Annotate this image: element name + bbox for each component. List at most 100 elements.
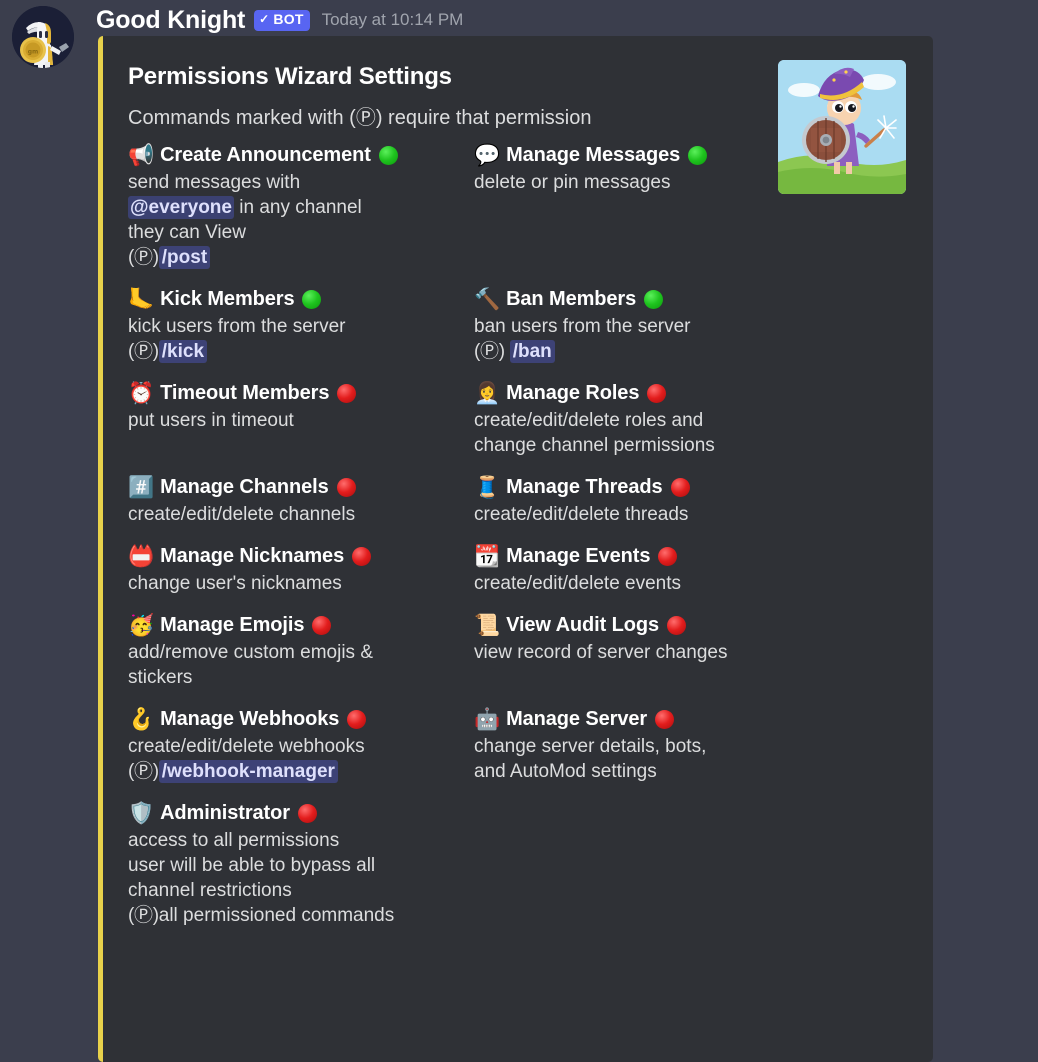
alarm-clock-icon: ⏰ [128, 381, 155, 405]
permission-field-kick-members: 🦶 Kick Members kick users from the server(… [128, 286, 474, 380]
permission-field-manage-nicknames: 📛 Manage Nicknames change user's nicknames [128, 543, 474, 612]
field-name-label: Manage Roles [506, 382, 640, 404]
status-indicator-red [336, 477, 356, 497]
permission-field-manage-emojis: 🥳 Manage Emojis add/remove custom emojis &… [128, 612, 474, 706]
slash-command-chip[interactable]: /kick [158, 340, 208, 363]
status-indicator-green [302, 289, 322, 309]
field-value: send messages with @everyone in any chann… [128, 170, 448, 270]
good-knight-avatar[interactable]: gm [12, 6, 74, 68]
field-value-line: put users in timeout [128, 410, 294, 431]
field-value: change user's nicknames [128, 571, 448, 596]
field-name: 🛡️ Administrator [128, 800, 474, 826]
status-indicator-red [670, 477, 690, 497]
field-value-line: send messages with [128, 172, 301, 193]
permission-field-row: 🦶 Kick Members kick users from the server(… [128, 286, 776, 380]
permission-field-row: 📛 Manage Nicknames change user's nicknames… [128, 543, 776, 612]
status-indicator-green [378, 145, 398, 165]
field-name-label: Kick Members [160, 288, 295, 310]
field-name: 🤖 Manage Server [474, 706, 820, 732]
field-value-line: (Ⓟ) /ban [474, 339, 794, 364]
permission-field-row: 🪝 Manage Webhooks create/edit/delete webho… [128, 706, 776, 800]
field-value-line: create/edit/delete roles and [474, 410, 704, 431]
field-value-line: view record of server changes [474, 642, 728, 663]
message-timestamp: Today at 10:14 PM [321, 10, 464, 29]
field-name: 🧵 Manage Threads [474, 474, 820, 500]
permission-field-manage-roles: 👩‍💼 Manage Roles create/edit/delete roles … [474, 380, 820, 474]
office-worker-icon: 👩‍💼 [474, 381, 501, 405]
permission-field-timeout-members: ⏰ Timeout Members put users in timeout [128, 380, 474, 474]
field-name-label: Manage Messages [506, 144, 681, 166]
shield-icon: 🛡️ [128, 801, 155, 825]
field-value: ban users from the server (Ⓟ) /ban [474, 314, 794, 364]
permission-field-manage-messages: 💬 Manage Messages delete or pin messages [474, 142, 820, 286]
verified-check-icon: ✓ [259, 12, 270, 26]
field-name: ⏰ Timeout Members [128, 380, 474, 406]
field-name-label: Timeout Members [160, 382, 330, 404]
field-value: delete or pin messages [474, 170, 794, 195]
field-value-line: and AutoMod settings [474, 761, 657, 782]
field-value-line: create/edit/delete channels [128, 504, 356, 525]
field-value-line: (Ⓟ)/kick [128, 339, 448, 364]
permission-field-row: #️⃣ Manage Channels create/edit/delete cha… [128, 474, 776, 543]
field-name: 🥳 Manage Emojis [128, 612, 474, 638]
permission-marker: (Ⓟ) [128, 905, 159, 926]
field-name: 📆 Manage Events [474, 543, 820, 569]
status-indicator-green [688, 145, 708, 165]
slash-command-chip[interactable]: /ban [509, 340, 555, 363]
bot-badge-label: BOT [273, 11, 304, 27]
permission-field-row: ⏰ Timeout Members put users in timeout 👩‍💼 M… [128, 380, 776, 474]
field-name-label: Manage Nicknames [160, 545, 345, 567]
permission-field-manage-threads: 🧵 Manage Threads create/edit/delete thread… [474, 474, 820, 543]
field-value-line: (Ⓟ)/webhook-manager [128, 759, 448, 784]
discord-message: gm Good Knight ✓ BOT Today at 10:14 PM P… [0, 0, 1038, 1062]
status-indicator-red [667, 615, 687, 635]
permission-field-administrator: 🛡️ Administrator access to all permissions… [128, 800, 474, 944]
field-name-label: Manage Emojis [160, 614, 305, 636]
field-name-label: Manage Channels [160, 476, 329, 498]
field-value-line: change user's nicknames [128, 573, 342, 594]
slash-command-chip[interactable]: /webhook-manager [158, 760, 338, 783]
field-name: 📛 Manage Nicknames [128, 543, 474, 569]
partying-face-icon: 🥳 [128, 613, 155, 637]
field-value-line: (Ⓟ)/post [128, 245, 448, 270]
field-value: create/edit/delete roles and change chann… [474, 408, 794, 458]
field-name-label: Manage Events [506, 545, 651, 567]
permission-field-row: 🥳 Manage Emojis add/remove custom emojis &… [128, 612, 776, 706]
calendar-icon: 📆 [474, 544, 501, 568]
field-text: all permissioned commands [158, 905, 395, 926]
permission-field-manage-webhooks: 🪝 Manage Webhooks create/edit/delete webho… [128, 706, 474, 800]
field-text: in any channel [233, 197, 362, 218]
name-badge-icon: 📛 [128, 544, 155, 568]
field-value-line: ban users from the server [474, 316, 691, 337]
slash-command-chip[interactable]: /post [158, 246, 211, 269]
permission-field-row: 📢 Create Announcement send messages with @e… [128, 142, 776, 286]
status-indicator-red [352, 546, 372, 566]
field-value-line: add/remove custom emojis & [128, 642, 373, 663]
field-value-line: access to all permissions [128, 830, 340, 851]
field-value: change server details, bots, and AutoMod … [474, 734, 794, 784]
field-value: create/edit/delete threads [474, 502, 794, 527]
field-name-label: Manage Threads [506, 476, 663, 498]
field-value-line: create/edit/delete threads [474, 504, 689, 525]
svg-text:gm: gm [28, 49, 39, 56]
permissions-embed: Permissions Wizard Settings Commands mar… [98, 36, 933, 1062]
author-name[interactable]: Good Knight [96, 5, 245, 35]
status-indicator-red [347, 709, 367, 729]
permission-field-view-audit-logs: 📜 View Audit Logs view record of server ch… [474, 612, 820, 706]
field-name-label: Create Announcement [160, 144, 371, 166]
field-value: access to all permissions user will be ab… [128, 828, 448, 928]
speech-balloon-icon: 💬 [474, 143, 501, 167]
foot-icon: 🦶 [128, 287, 155, 311]
field-value: kick users from the server (Ⓟ)/kick [128, 314, 448, 364]
permission-marker: (Ⓟ) [128, 761, 159, 782]
permission-field-manage-events: 📆 Manage Events create/edit/delete events [474, 543, 820, 612]
field-name-label: Administrator [160, 802, 290, 824]
everyone-mention[interactable]: @everyone [128, 196, 234, 219]
permission-marker: (Ⓟ) [474, 341, 510, 362]
status-indicator-red [655, 709, 675, 729]
permission-field-manage-channels: #️⃣ Manage Channels create/edit/delete cha… [128, 474, 474, 543]
bot-badge: ✓ BOT [254, 9, 310, 31]
field-name-label: Manage Webhooks [160, 708, 340, 730]
field-name-label: Ban Members [506, 288, 637, 310]
field-value: create/edit/delete events [474, 571, 794, 596]
